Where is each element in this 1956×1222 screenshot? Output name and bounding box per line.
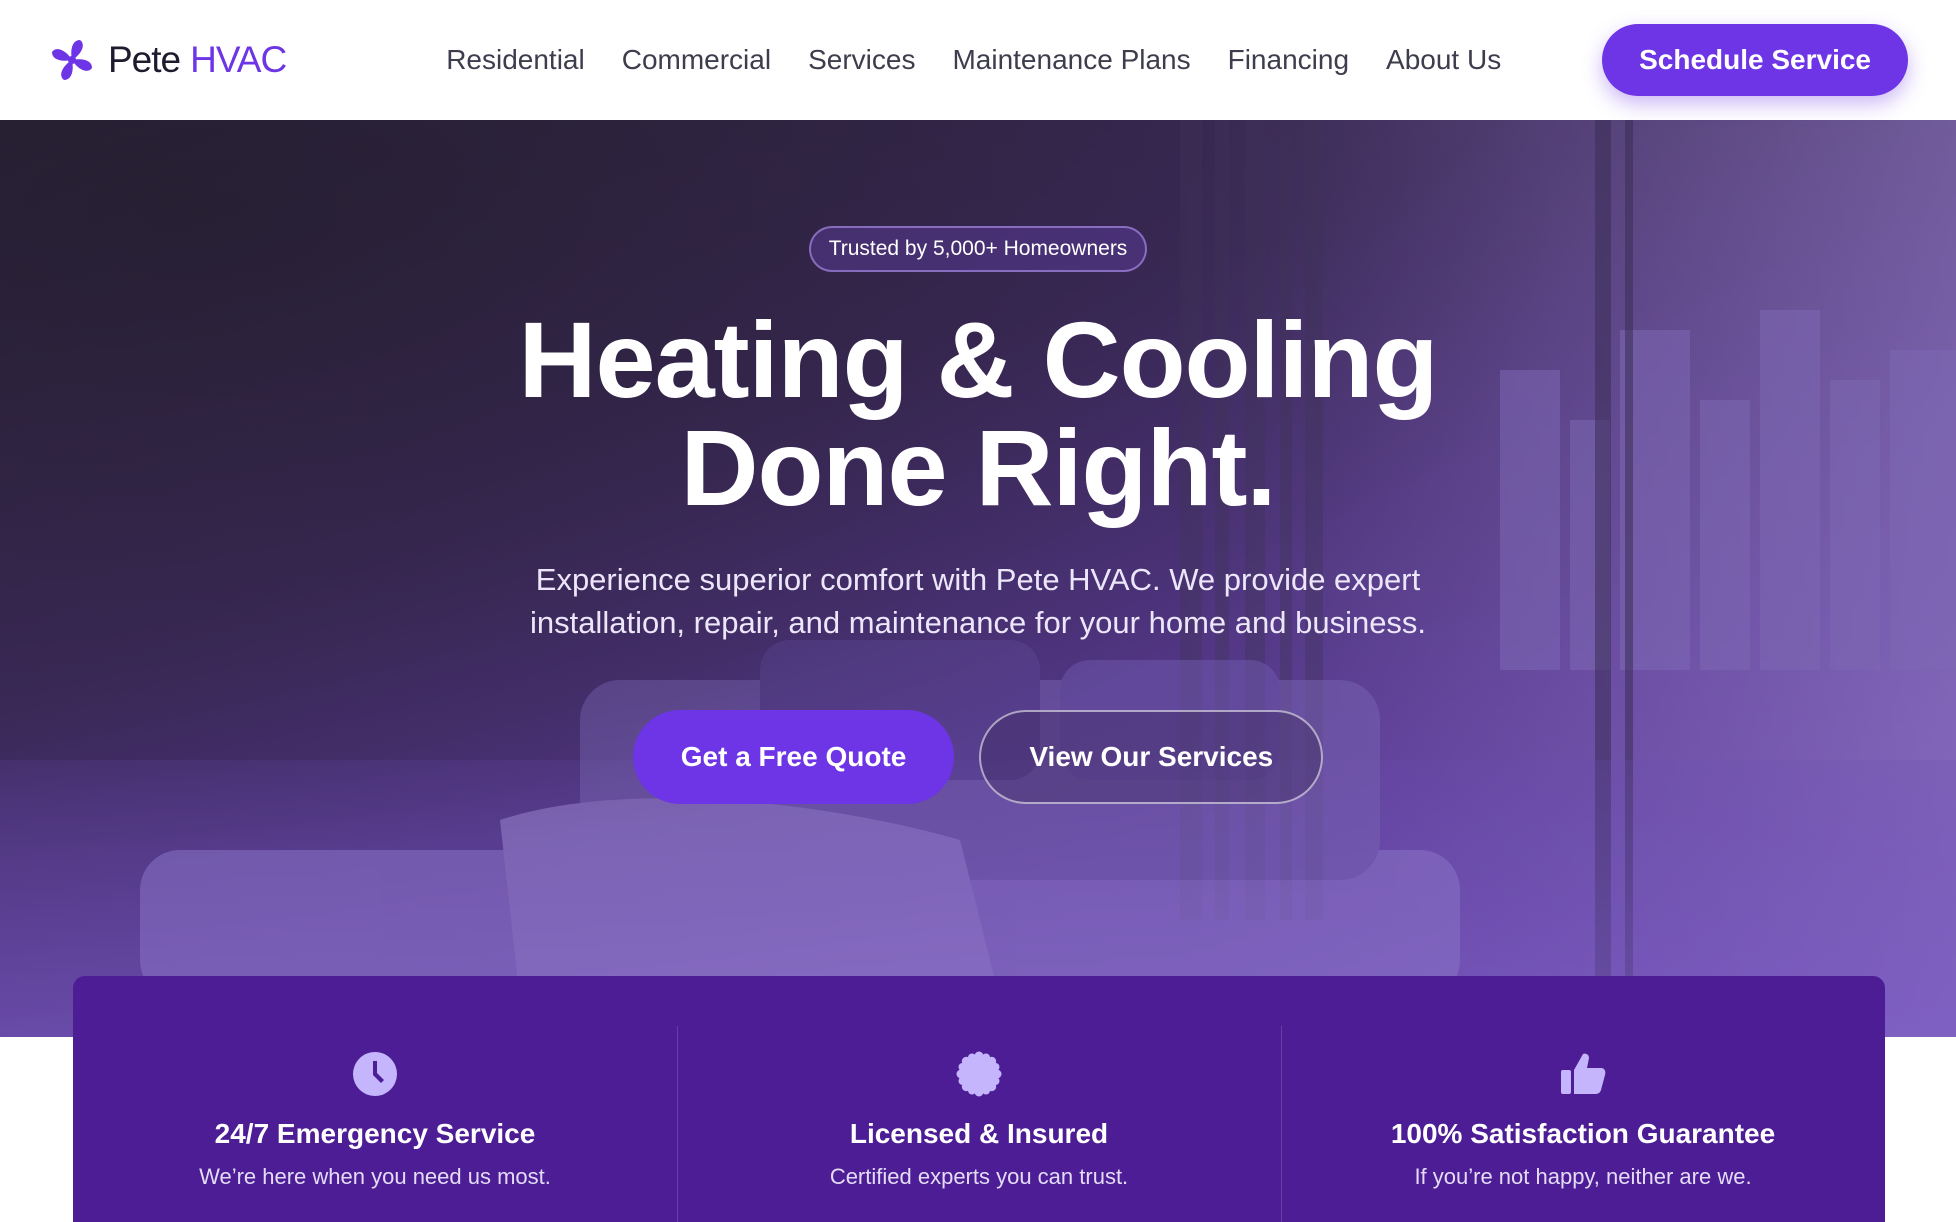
feature-description: We’re here when you need us most. (199, 1164, 551, 1189)
nav-commercial[interactable]: Commercial (622, 44, 771, 76)
trust-badge: Trusted by 5,000+ Homeowners (808, 226, 1148, 272)
nav-residential[interactable]: Residential (446, 44, 585, 76)
thumbs-up-icon (1561, 1053, 1606, 1094)
nav-financing[interactable]: Financing (1228, 44, 1349, 76)
schedule-service-button[interactable]: Schedule Service (1602, 24, 1908, 96)
site-header: Pete HVAC Residential Commercial Services… (0, 0, 1956, 120)
feature-title: 100% Satisfaction Guarantee (1390, 1118, 1776, 1149)
feature-satisfaction-guarantee: 100% Satisfaction Guarantee If you’re no… (1281, 976, 1885, 1222)
main-nav: Residential Commercial Services Maintena… (446, 44, 1538, 76)
feature-title: Licensed & Insured (849, 1118, 1109, 1149)
hero-title-line2: Done Right. (680, 407, 1277, 528)
feature-emergency-service: 24/7 Emergency Service We’re here when y… (73, 976, 677, 1222)
feature-licensed-insured: Licensed & Insured Certified experts you… (677, 976, 1281, 1222)
brand-logo-link[interactable]: Pete HVAC (48, 36, 287, 84)
feature-description: Certified experts you can trust. (829, 1164, 1129, 1189)
brand-name: Pete HVAC (108, 39, 287, 81)
hero-title-line1: Heating & Cooling (518, 299, 1439, 420)
clock-icon (353, 1052, 397, 1096)
get-free-quote-button[interactable]: Get a Free Quote (632, 710, 955, 804)
hero-content: Trusted by 5,000+ Homeowners Heating & C… (0, 120, 1956, 804)
brand-name-part1: Pete (108, 39, 181, 80)
nav-services[interactable]: Services (808, 44, 915, 76)
nav-maintenance-plans[interactable]: Maintenance Plans (952, 44, 1190, 76)
features-bar: 24/7 Emergency Service We’re here when y… (73, 976, 1885, 1222)
fan-icon (52, 40, 92, 80)
hero-buttons: Get a Free Quote View Our Services (632, 710, 1324, 804)
feature-title: 24/7 Emergency Service (214, 1118, 536, 1149)
hero-section: Trusted by 5,000+ Homeowners Heating & C… (0, 120, 1956, 1037)
feature-description: If you’re not happy, neither are we. (1414, 1164, 1752, 1189)
hero-title: Heating & Cooling Done Right. (518, 299, 1439, 528)
brand-name-part2: HVAC (190, 39, 287, 80)
badge-icon (956, 1051, 1002, 1097)
hero-subtitle: Experience superior comfort with Pete HV… (529, 562, 1427, 640)
view-services-button[interactable]: View Our Services (979, 710, 1324, 804)
nav-about-us[interactable]: About Us (1386, 44, 1501, 76)
